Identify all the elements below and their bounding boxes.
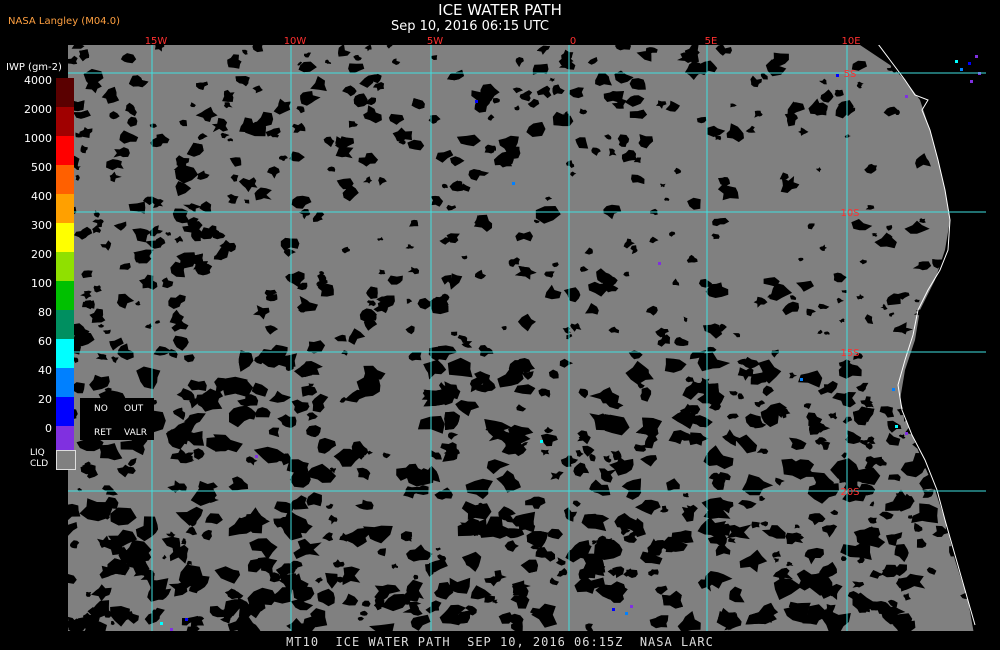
no-retrieval-legend: NO OUT RET VALR — [80, 398, 154, 440]
ice-pixel — [255, 455, 258, 458]
legend-level-label: 100 — [31, 277, 52, 290]
ice-pixel — [160, 622, 163, 625]
ice-pixel — [630, 605, 633, 608]
legend-level-label: 500 — [31, 161, 52, 174]
legend-swatch — [56, 223, 74, 252]
ice-pixel — [185, 618, 188, 621]
legend-level-label: 80 — [38, 306, 52, 319]
map-timestamp: Sep 10, 2016 06:15 UTC — [390, 19, 550, 34]
legend-swatch — [56, 136, 74, 165]
ice-pixel — [800, 378, 803, 381]
clear-patch — [504, 144, 521, 160]
legend-swatch — [56, 281, 74, 310]
legend-swatch — [56, 165, 74, 194]
ice-pixel — [970, 80, 973, 83]
ice-pixel — [612, 608, 615, 611]
longitude-label: 5W — [427, 36, 443, 47]
source-label: NASA Langley (M04.0) — [8, 16, 120, 27]
ice-pixel — [895, 425, 898, 428]
legend-swatch — [56, 252, 74, 281]
ice-pixel — [975, 55, 978, 58]
clear-patch — [908, 515, 913, 519]
longitude-label: 0 — [570, 36, 576, 47]
legend-swatch — [56, 78, 74, 107]
ice-pixel — [512, 182, 515, 185]
legend-level-label: 300 — [31, 219, 52, 232]
ice-pixel — [625, 612, 628, 615]
ice-pixel — [170, 628, 173, 631]
cld-label: CLD — [30, 459, 49, 469]
clear-patch — [629, 78, 646, 90]
legend-swatch — [56, 310, 74, 339]
out-label: OUT — [124, 404, 144, 414]
ice-pixel — [905, 95, 908, 98]
liquid-cloud-swatch — [56, 450, 76, 470]
latitude-label: 10S — [840, 208, 859, 219]
legend-level-label: 60 — [38, 335, 52, 348]
ice-pixel — [892, 388, 895, 391]
footer-caption: MT10 ICE WATER PATH SEP 10, 2016 06:15Z … — [286, 635, 714, 649]
ice-pixel — [968, 62, 971, 65]
ret-label: RET — [94, 428, 112, 438]
legend-swatch — [56, 107, 74, 136]
legend-level-label: 20 — [38, 393, 52, 406]
ice-pixel — [905, 432, 908, 435]
ice-pixel — [658, 262, 661, 265]
ice-pixel — [960, 68, 963, 71]
longitude-label: 10W — [284, 36, 307, 47]
longitude-label: 5E — [705, 36, 718, 47]
ice-pixel — [955, 60, 958, 63]
ice-pixel — [836, 74, 839, 77]
legend-level-label: 2000 — [24, 103, 52, 116]
latitude-label: 20S — [840, 487, 859, 498]
liquid-cloud-label: LIQ CLD — [30, 448, 48, 470]
ice-pixel — [540, 440, 543, 443]
latitude-label: 5S — [844, 69, 857, 80]
longitude-label: 15W — [145, 36, 168, 47]
no-label: NO — [94, 404, 108, 414]
clear-patch — [71, 45, 85, 49]
legend-level-label: 4000 — [24, 74, 52, 87]
legend-swatch — [56, 397, 74, 426]
legend-level-label: 400 — [31, 190, 52, 203]
valr-label: VALR — [124, 428, 148, 438]
legend-level-label: 0 — [45, 422, 52, 435]
legend-level-label: 40 — [38, 364, 52, 377]
cloud-field — [68, 45, 986, 631]
ice-pixel — [475, 100, 478, 103]
map-title: ICE WATER PATH — [438, 1, 562, 19]
map-canvas: 15W 10W 5W 0 5E 10E 5S 10S 15S 20S — [68, 36, 986, 631]
legend-swatch — [56, 368, 74, 397]
liq-label: LIQ — [30, 448, 45, 458]
latitude-label: 15S — [840, 348, 859, 359]
longitude-label: 10E — [841, 36, 860, 47]
legend-swatch — [56, 194, 74, 223]
legend-swatch — [56, 339, 74, 368]
legend-level-label: 1000 — [24, 132, 52, 145]
legend-unit: IWP (gm-2) — [6, 62, 62, 73]
legend-level-label: 200 — [31, 248, 52, 261]
